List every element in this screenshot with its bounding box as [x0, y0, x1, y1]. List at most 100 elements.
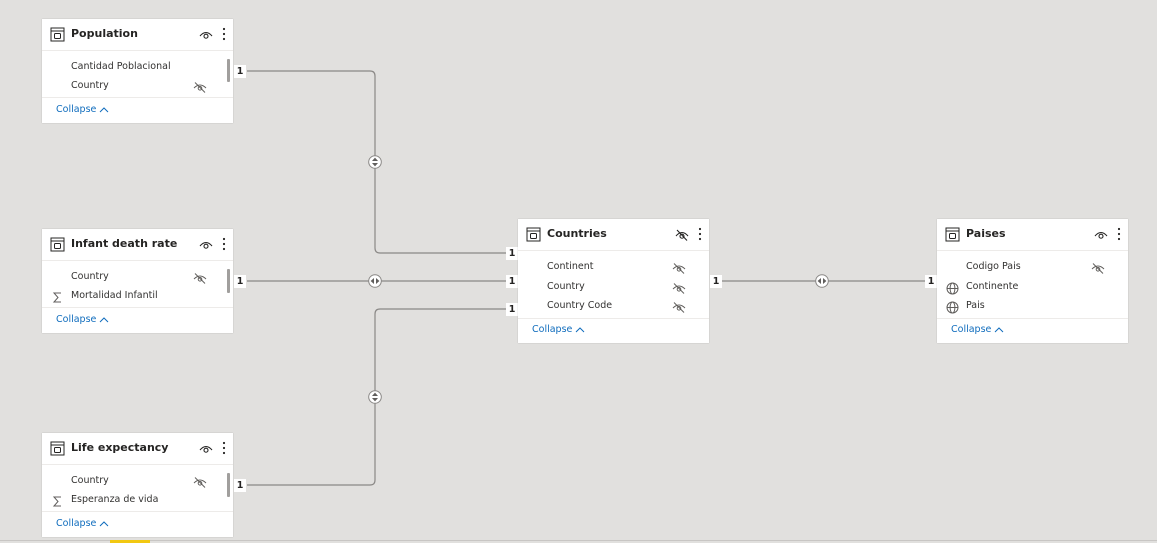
collapse-button[interactable]: Collapse — [56, 104, 109, 115]
hidden-eye-icon[interactable] — [675, 228, 689, 242]
field-label: Pais — [966, 300, 985, 311]
field-row[interactable]: Country — [42, 269, 233, 288]
sum-icon — [52, 292, 61, 303]
field-row[interactable]: Pais — [937, 298, 1128, 317]
collapse-button[interactable]: Collapse — [532, 324, 585, 335]
field-label: Continente — [966, 281, 1019, 292]
field-row[interactable]: Esperanza de vida — [42, 492, 233, 511]
scrollbar[interactable] — [227, 473, 230, 497]
card-header[interactable]: Population — [42, 19, 233, 51]
more-options-icon[interactable] — [220, 236, 228, 252]
field-row[interactable]: Cantidad Poblacional — [42, 59, 233, 78]
hidden-eye-icon — [672, 302, 686, 313]
table-card-paises[interactable]: Paises Codigo Pais Continente Pais Colla… — [937, 219, 1128, 343]
hidden-eye-icon — [1091, 263, 1105, 274]
hidden-eye-icon — [672, 283, 686, 294]
cardinality-label: 1 — [506, 247, 518, 260]
more-options-icon[interactable] — [696, 226, 704, 242]
collapse-button[interactable]: Collapse — [56, 518, 109, 529]
field-label: Esperanza de vida — [71, 494, 159, 505]
scrollbar[interactable] — [227, 59, 230, 82]
chevron-up-icon — [100, 107, 109, 113]
collapse-label: Collapse — [56, 518, 97, 529]
table-card-population[interactable]: Population Cantidad Poblacional Country … — [42, 19, 233, 123]
cross-filter-both-icon[interactable] — [815, 274, 829, 288]
chevron-up-icon — [995, 327, 1004, 333]
more-options-icon[interactable] — [220, 26, 228, 42]
chevron-up-icon — [576, 327, 585, 333]
table-title: Population — [71, 27, 138, 40]
globe-icon — [946, 301, 959, 314]
table-card-countries[interactable]: Countries Continent Country Country Code… — [518, 219, 709, 343]
field-label: Country — [71, 80, 109, 91]
collapse-label: Collapse — [56, 314, 97, 325]
more-options-icon[interactable] — [1115, 226, 1123, 242]
card-header[interactable]: Paises — [937, 219, 1128, 251]
table-title: Infant death rate — [71, 237, 178, 250]
field-row[interactable]: Continente — [937, 279, 1128, 298]
collapse-label: Collapse — [532, 324, 573, 335]
table-icon — [945, 227, 960, 242]
cardinality-label: 1 — [234, 65, 246, 78]
collapse-label: Collapse — [56, 104, 97, 115]
cardinality-label: 1 — [710, 275, 722, 288]
cardinality-label: 1 — [925, 275, 937, 288]
globe-icon — [946, 282, 959, 295]
card-header[interactable]: Countries — [518, 219, 709, 251]
table-icon — [50, 27, 65, 42]
cross-filter-both-icon[interactable] — [368, 274, 382, 288]
more-options-icon[interactable] — [220, 440, 228, 456]
cardinality-label: 1 — [234, 479, 246, 492]
field-label: Country — [71, 475, 109, 486]
table-card-life-expectancy[interactable]: Life expectancy Country Esperanza de vid… — [42, 433, 233, 537]
eye-icon[interactable] — [199, 442, 213, 456]
hidden-eye-icon — [193, 82, 207, 93]
chevron-up-icon — [100, 317, 109, 323]
field-row[interactable]: Country — [42, 473, 233, 492]
table-icon — [526, 227, 541, 242]
eye-icon[interactable] — [199, 238, 213, 252]
cross-filter-both-icon[interactable] — [368, 155, 382, 169]
collapse-button[interactable]: Collapse — [951, 324, 1004, 335]
sum-icon — [52, 496, 61, 507]
collapse-button[interactable]: Collapse — [56, 314, 109, 325]
table-card-infant-death-rate[interactable]: Infant death rate Country Mortalidad Inf… — [42, 229, 233, 333]
cardinality-label: 1 — [234, 275, 246, 288]
cardinality-label: 1 — [506, 303, 518, 316]
field-label: Continent — [547, 261, 594, 272]
hidden-eye-icon — [193, 273, 207, 284]
table-icon — [50, 237, 65, 252]
eye-icon[interactable] — [1094, 228, 1108, 242]
field-row[interactable]: Country — [42, 78, 233, 97]
field-row[interactable]: Codigo Pais — [937, 259, 1128, 278]
field-row[interactable]: Continent — [518, 259, 709, 278]
field-label: Country Code — [547, 300, 613, 311]
field-label: Mortalidad Infantil — [71, 290, 158, 301]
card-header[interactable]: Life expectancy — [42, 433, 233, 465]
scrollbar[interactable] — [227, 269, 230, 293]
canvas-bottom-border — [0, 540, 1157, 541]
cardinality-label: 1 — [506, 275, 518, 288]
divider — [42, 307, 233, 308]
divider — [518, 318, 709, 319]
divider — [937, 318, 1128, 319]
divider — [42, 511, 233, 512]
field-label: Country — [71, 271, 109, 282]
card-header[interactable]: Infant death rate — [42, 229, 233, 261]
table-icon — [50, 441, 65, 456]
table-title: Life expectancy — [71, 441, 169, 454]
field-label: Country — [547, 281, 585, 292]
field-label: Cantidad Poblacional — [71, 61, 171, 72]
table-title: Countries — [547, 227, 607, 240]
field-row[interactable]: Country — [518, 279, 709, 298]
collapse-label: Collapse — [951, 324, 992, 335]
field-row[interactable]: Country Code — [518, 298, 709, 317]
hidden-eye-icon — [672, 263, 686, 274]
chevron-up-icon — [100, 521, 109, 527]
divider — [42, 97, 233, 98]
cross-filter-both-icon[interactable] — [368, 390, 382, 404]
field-label: Codigo Pais — [966, 261, 1021, 272]
eye-icon[interactable] — [199, 28, 213, 42]
field-row[interactable]: Mortalidad Infantil — [42, 288, 233, 307]
hidden-eye-icon — [193, 477, 207, 488]
